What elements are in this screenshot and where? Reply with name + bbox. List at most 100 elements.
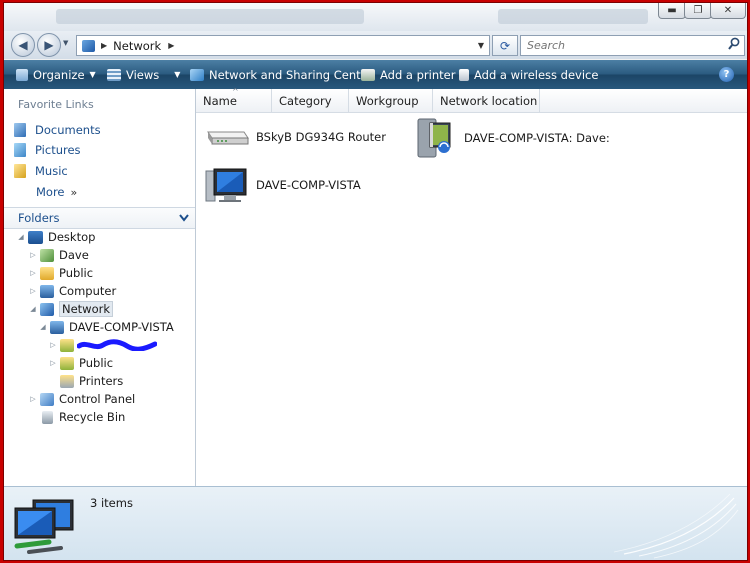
help-icon: ? [723, 69, 730, 80]
expanded-arrow-icon[interactable]: ◢ [28, 305, 38, 313]
views-dropdown-icon: ▼ [174, 70, 181, 79]
column-network-location[interactable]: Network location [433, 89, 540, 112]
network-item-label: DAVE-COMP-VISTA [256, 178, 361, 192]
network-item-computer[interactable]: DAVE-COMP-VISTA [204, 165, 361, 205]
column-network-location-label: Network location [440, 93, 538, 108]
close-button[interactable]: ✕ [710, 3, 746, 19]
collapsed-arrow-icon[interactable]: ▷ [28, 395, 38, 403]
collapsed-arrow-icon[interactable]: ▷ [28, 251, 38, 259]
back-button[interactable]: ◀ [11, 33, 35, 57]
tree-item-share-public[interactable]: ▷ Public [48, 354, 113, 372]
tree-item-label: Desktop [48, 230, 96, 244]
file-list-pane: Name ^ Category Workgroup Network locati… [196, 87, 747, 486]
expanded-arrow-icon[interactable]: ◢ [16, 233, 26, 241]
tree-item-control-panel[interactable]: ▷ Control Panel [28, 390, 135, 408]
minimize-button[interactable]: ▬ [658, 3, 686, 19]
network-location-icon [82, 39, 95, 52]
organize-label: Organize [33, 67, 85, 82]
music-icon [14, 164, 26, 178]
tree-item-dave[interactable]: ▷ Dave [28, 246, 89, 264]
column-headers: Name ^ Category Workgroup Network locati… [196, 87, 747, 113]
title-ghost-1 [56, 9, 364, 24]
organize-dropdown-icon: ▼ [89, 70, 96, 79]
tree-item-desktop[interactable]: ◢ Desktop [16, 228, 95, 246]
organize-button[interactable]: Organize ▼ [16, 60, 96, 89]
tree-item-label: Dave [59, 248, 89, 262]
forward-button[interactable]: ▶ [37, 33, 61, 57]
tree-item-label: Recycle Bin [59, 410, 126, 424]
folders-collapse-icon[interactable] [179, 212, 189, 225]
tree-item-network[interactable]: ◢ Network [28, 300, 114, 318]
address-dropdown-icon[interactable]: ▼ [478, 41, 484, 50]
favorite-links-title: Favorite Links [18, 98, 94, 111]
address-box[interactable]: ▶ Network ▶ ▼ [76, 35, 490, 56]
tree-item-recycle-bin[interactable]: Recycle Bin [28, 408, 125, 426]
network-sharing-center-button[interactable]: Network and Sharing Center [190, 60, 372, 89]
breadcrumb-network[interactable]: Network [113, 39, 161, 53]
search-input[interactable] [525, 36, 719, 55]
command-toolbar: Organize ▼ Views ▼ Network and Sharing C… [4, 60, 747, 89]
collapsed-arrow-icon[interactable]: ▷ [28, 269, 38, 277]
add-wireless-device-button[interactable]: Add a wireless device [459, 60, 598, 89]
column-category-label: Category [279, 93, 332, 108]
shared-folder-icon [60, 338, 74, 352]
details-pane: 3 items [4, 486, 747, 560]
favorite-more-label: More [36, 185, 65, 199]
recycle-bin-icon [42, 410, 53, 424]
add-printer-button[interactable]: Add a printer [361, 60, 455, 89]
tree-item-label: Control Panel [59, 392, 136, 406]
favorite-pictures-label: Pictures [35, 143, 81, 157]
tree-item-printers[interactable]: Printers [48, 372, 123, 390]
tree-item-label: Public [79, 356, 114, 370]
column-category[interactable]: Category [272, 89, 349, 112]
folders-header[interactable]: Folders [4, 207, 195, 229]
control-panel-icon [40, 392, 54, 406]
views-button[interactable]: Views ▼ [107, 60, 180, 89]
navigation-pane: Favorite Links Documents Pictures Music … [4, 89, 196, 486]
tree-item-public[interactable]: ▷ Public [28, 264, 93, 282]
network-sharing-icon [190, 68, 204, 81]
tree-item-computer[interactable]: ▷ Computer [28, 282, 116, 300]
computer-icon [40, 284, 54, 298]
network-item-router[interactable]: BSkyB DG934G Router [204, 126, 386, 148]
add-printer-label: Add a printer [380, 67, 456, 82]
column-workgroup[interactable]: Workgroup [349, 89, 433, 112]
column-name[interactable]: Name ^ [196, 87, 272, 112]
favorite-pictures[interactable]: Pictures [14, 141, 81, 159]
wireless-device-icon [459, 68, 469, 81]
favorite-music[interactable]: Music [14, 162, 68, 180]
tree-item-label: Computer [59, 284, 117, 298]
tree-item-label: Public [59, 266, 94, 280]
network-item-media-device[interactable]: DAVE-COMP-VISTA: Dave: [414, 117, 610, 159]
title-ghost-2 [498, 9, 648, 24]
router-icon [207, 131, 249, 145]
more-chevron-icon: » [70, 185, 78, 199]
add-wireless-label: Add a wireless device [474, 67, 599, 82]
refresh-button[interactable]: ⟳ [492, 35, 518, 56]
media-device-icon [417, 118, 451, 158]
help-button[interactable]: ? [719, 67, 734, 82]
favorite-documents[interactable]: Documents [14, 121, 101, 139]
folder-icon [40, 266, 54, 280]
tree-item-label: Network [59, 301, 114, 317]
network-item-label: BSkyB DG934G Router [256, 130, 386, 144]
collapsed-arrow-icon[interactable]: ▷ [28, 287, 38, 295]
documents-icon [14, 123, 26, 137]
tree-item-dave-comp-vista[interactable]: ◢ DAVE-COMP-VISTA [38, 318, 174, 336]
expanded-arrow-icon[interactable]: ◢ [38, 323, 48, 331]
printer-icon [361, 68, 375, 81]
views-label: Views [126, 67, 160, 82]
favorite-more[interactable]: More » [36, 183, 77, 201]
folders-title: Folders [18, 211, 60, 225]
tree-item-redacted-share[interactable]: ▷ [48, 336, 157, 354]
collapsed-arrow-icon[interactable]: ▷ [48, 359, 58, 367]
maximize-button[interactable]: ❐ [684, 3, 712, 19]
computer-icon [205, 168, 247, 202]
recent-pages-dropdown[interactable]: ▼ [63, 39, 68, 47]
network-sharing-label: Network and Sharing Center [209, 67, 373, 82]
search-icon[interactable] [728, 37, 740, 54]
tree-item-label: Printers [79, 374, 124, 388]
column-workgroup-label: Workgroup [356, 93, 419, 108]
collapsed-arrow-icon[interactable]: ▷ [48, 341, 58, 349]
search-box [520, 35, 745, 56]
